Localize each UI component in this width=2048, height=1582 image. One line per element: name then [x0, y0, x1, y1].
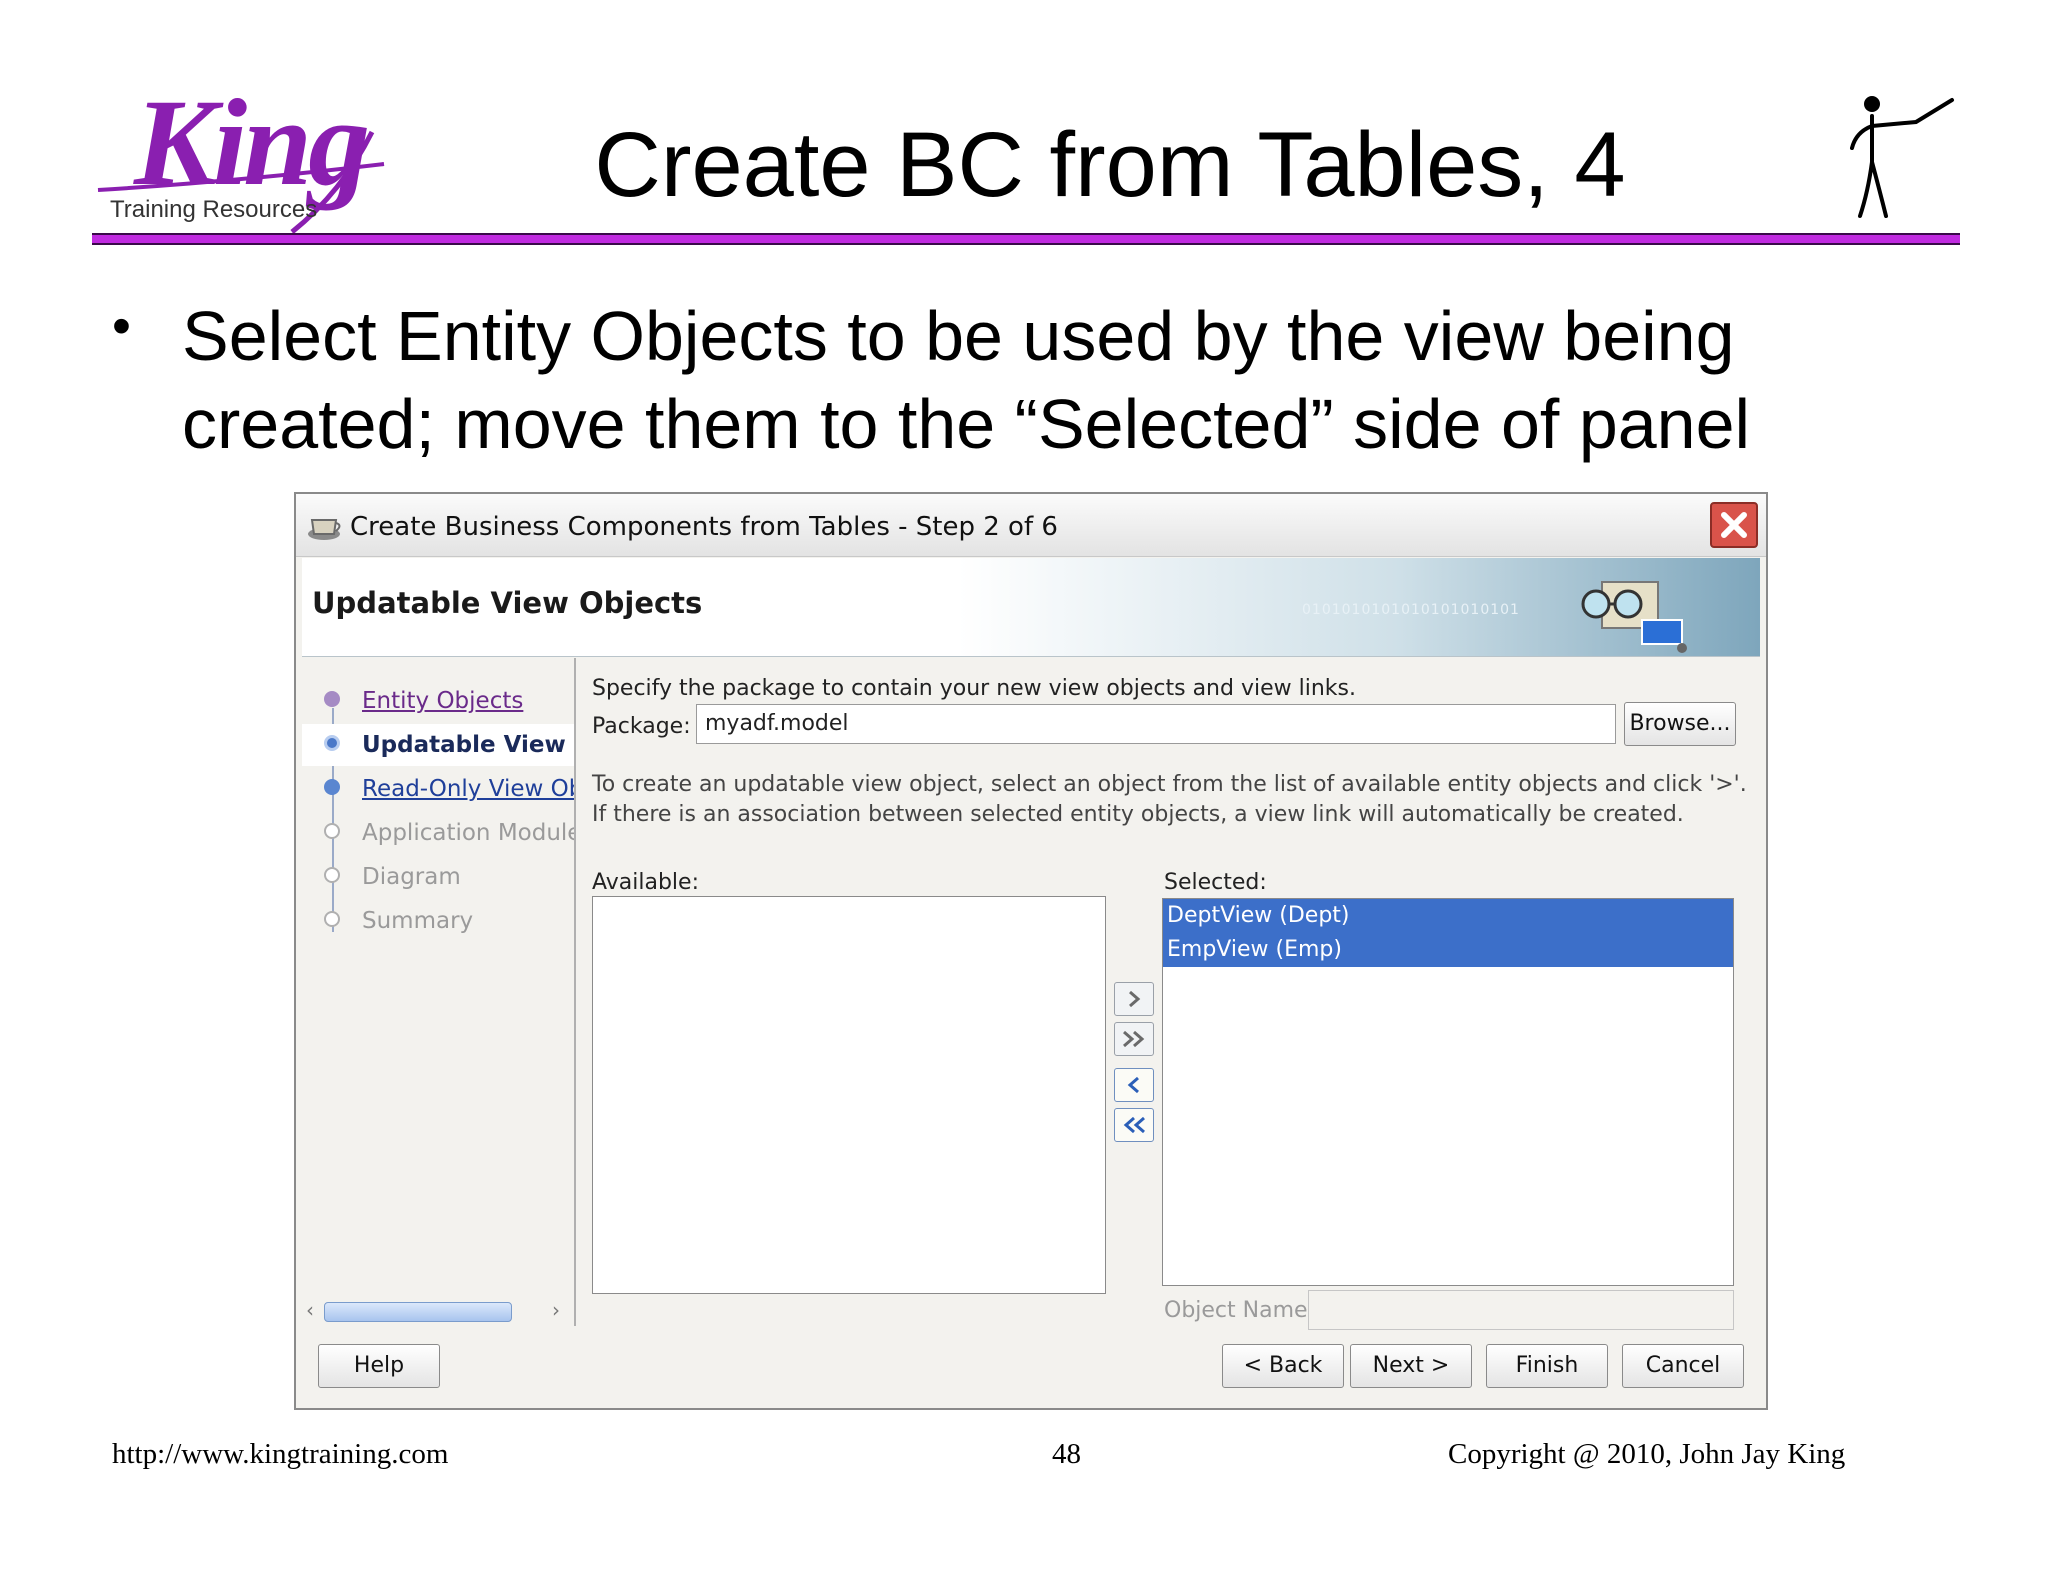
step-current-icon: [324, 735, 340, 751]
slide-title: Create BC from Tables, 4: [594, 114, 1626, 216]
footer-page-number: 48: [1052, 1438, 1081, 1470]
nav-item-application-module: Application Module: [302, 812, 574, 854]
selected-list-item[interactable]: DeptView (Dept): [1163, 899, 1733, 933]
bullet-text: Select Entity Objects to be used by the …: [182, 297, 1751, 463]
step-disabled-icon: [324, 867, 340, 883]
back-button[interactable]: < Back: [1222, 1344, 1344, 1388]
scroll-right-icon[interactable]: ›: [552, 1298, 560, 1322]
object-name-input: [1308, 1290, 1734, 1330]
nav-item-label: Entity Objects: [362, 688, 524, 714]
bullet-marker: •: [112, 296, 131, 356]
dialog-button-bar: Help < Back Next > Finish Cancel: [296, 1332, 1766, 1408]
view-objects-icon: [1581, 581, 1687, 653]
step-disabled-icon: [324, 911, 340, 927]
nav-item-read-only-view-objects[interactable]: Read-Only View Objects: [302, 768, 574, 810]
scrollbar-thumb[interactable]: [324, 1302, 512, 1322]
step-link-icon: [324, 779, 340, 795]
chevron-right-icon: [1129, 990, 1141, 1008]
selected-list[interactable]: DeptView (Dept) EmpView (Emp): [1162, 898, 1734, 1286]
footer-copyright: Copyright @ 2010, John Jay King: [1448, 1438, 1846, 1470]
move-left-button[interactable]: [1114, 1068, 1154, 1102]
wizard-banner: Updatable View Objects 01010101010101010…: [302, 558, 1760, 657]
nav-item-summary: Summary: [302, 900, 574, 942]
scroll-left-icon[interactable]: ‹: [306, 1298, 314, 1322]
object-name-label: Object Name:: [1164, 1298, 1315, 1323]
help-button[interactable]: Help: [318, 1344, 440, 1388]
cancel-button[interactable]: Cancel: [1622, 1344, 1744, 1388]
step-disabled-icon: [324, 823, 340, 839]
selected-list-item[interactable]: EmpView (Emp): [1163, 933, 1733, 967]
nav-item-updatable-view-objects[interactable]: Updatable View Objects: [302, 724, 574, 766]
banner-title: Updatable View Objects: [312, 586, 703, 620]
double-chevron-left-icon: [1123, 1116, 1145, 1134]
next-button[interactable]: Next >: [1350, 1344, 1472, 1388]
wizard-step-nav: Entity Objects Updatable View Objects Re…: [302, 658, 576, 1326]
move-right-button[interactable]: [1114, 982, 1154, 1016]
presenter-figure-icon: [1850, 96, 1954, 218]
dialog-title: Create Business Components from Tables -…: [350, 512, 1058, 542]
close-button[interactable]: [1710, 502, 1758, 548]
nav-item-label: Application Module: [362, 820, 576, 846]
double-chevron-right-icon: [1123, 1030, 1145, 1048]
package-input[interactable]: myadf.model: [696, 704, 1616, 744]
coffee-cup-icon: [308, 519, 341, 540]
nav-item-label: Diagram: [362, 864, 461, 890]
title-divider: [92, 233, 1960, 245]
nav-item-diagram: Diagram: [302, 856, 574, 898]
nav-item-label: Summary: [362, 908, 474, 934]
available-label: Available:: [592, 870, 699, 895]
nav-horizontal-scrollbar[interactable]: ‹ ›: [302, 1296, 572, 1326]
wizard-main-panel: Specify the package to contain your new …: [580, 658, 1760, 1330]
selection-hint: To create an updatable view object, sele…: [592, 772, 1747, 827]
nav-item-entity-objects[interactable]: Entity Objects: [302, 680, 574, 722]
create-bc-dialog: Create Business Components from Tables -…: [294, 492, 1768, 1410]
available-list[interactable]: [592, 896, 1106, 1294]
footer-url: http://www.kingtraining.com: [112, 1438, 449, 1470]
move-all-right-button[interactable]: [1114, 1022, 1154, 1056]
finish-button[interactable]: Finish: [1486, 1344, 1608, 1388]
banner-binary-pattern: 0101010101010101010101: [1302, 602, 1520, 618]
selected-label: Selected:: [1164, 870, 1267, 895]
browse-button[interactable]: Browse...: [1624, 702, 1736, 746]
move-all-left-button[interactable]: [1114, 1108, 1154, 1142]
package-label: Package:: [592, 714, 691, 739]
dialog-titlebar[interactable]: Create Business Components from Tables -…: [296, 494, 1766, 557]
chevron-left-icon: [1127, 1076, 1139, 1094]
nav-item-label: Read-Only View Objects: [362, 776, 574, 802]
package-instructions: Specify the package to contain your new …: [592, 676, 1356, 701]
close-icon: [1721, 512, 1747, 538]
nav-item-label: Updatable View Objects: [362, 732, 574, 758]
step-visited-icon: [324, 691, 340, 707]
